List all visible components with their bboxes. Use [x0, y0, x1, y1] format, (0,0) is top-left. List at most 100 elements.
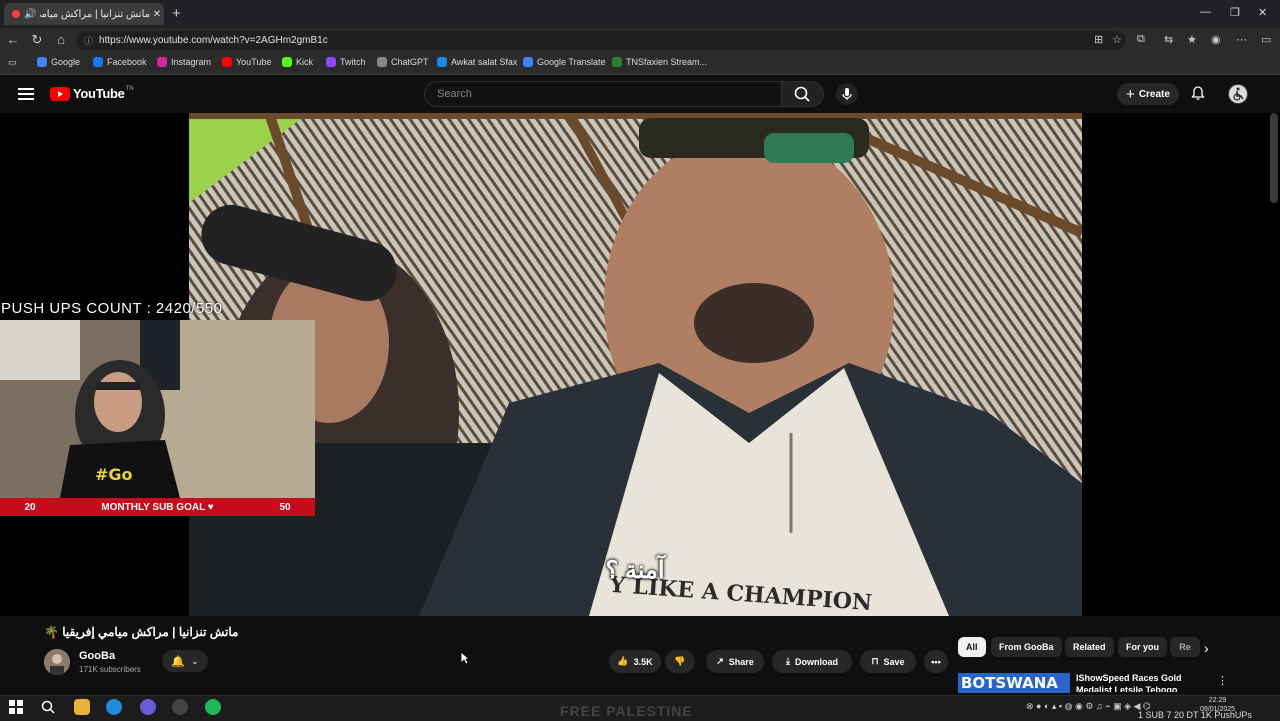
sidebar-icon[interactable]: ▭	[1261, 33, 1271, 46]
microphone-icon	[842, 88, 852, 100]
dislike-button[interactable]: 👎	[665, 650, 695, 673]
chip-related[interactable]: Related	[1065, 637, 1114, 657]
free-palestine-banner: FREE PALESTINE	[560, 703, 693, 719]
chevron-down-icon: ⌄	[191, 655, 199, 666]
reading-list-icon[interactable]: ▭	[8, 57, 17, 68]
bookmark-instagram[interactable]: Instagram	[157, 57, 211, 67]
search-button[interactable]	[782, 81, 824, 107]
favorite-star-icon[interactable]: ☆	[1112, 33, 1122, 46]
bookmark-kick[interactable]: Kick	[282, 57, 313, 67]
notifications-bell-icon[interactable]	[1190, 85, 1206, 104]
pushups-counter: PUSH UPS COUNT : 2420/550	[1, 300, 223, 317]
thumbnail-text: BOTSWANA	[961, 674, 1058, 692]
obs-icon[interactable]	[172, 699, 188, 715]
url-field[interactable]: ⓘ https://www.youtube.com/watch?v=2AGHm2…	[76, 31, 1126, 50]
channel-name[interactable]: GooBa	[79, 650, 115, 662]
chip-for-you[interactable]: For you	[1118, 637, 1167, 657]
more-horizontal-icon: •••	[931, 656, 941, 667]
channel-avatar[interactable]	[44, 649, 70, 675]
youtube-favicon-icon	[12, 10, 20, 18]
bookmark-icon: ⊓	[871, 656, 879, 666]
create-button[interactable]: + Create	[1117, 83, 1179, 105]
chip-all[interactable]: All	[958, 637, 986, 657]
reload-icon[interactable]: ↻	[29, 32, 45, 48]
webcam-frame: #Go	[0, 320, 315, 498]
goal-label: MONTHLY SUB GOAL ♥	[101, 501, 214, 513]
new-tab-icon[interactable]: +	[172, 5, 181, 22]
youtube-play-icon	[50, 86, 70, 101]
wheelchair-icon	[1229, 85, 1247, 103]
bell-icon: 🔔	[171, 655, 186, 668]
bookmark-twitch[interactable]: Twitch	[326, 57, 366, 67]
bookmark-chatgpt[interactable]: ChatGPT	[377, 57, 429, 67]
search-input[interactable]: Search	[424, 81, 782, 107]
chip-from-gooba[interactable]: From GooBa	[991, 637, 1062, 657]
speaker-icon[interactable]: 🔊	[24, 9, 36, 20]
twitch-icon	[326, 57, 336, 67]
google-icon	[37, 57, 47, 67]
more-actions-button[interactable]: •••	[924, 650, 948, 673]
split-screen-icon[interactable]: ⇆	[1164, 33, 1173, 46]
site-info-icon[interactable]: ⓘ	[84, 34, 93, 47]
goal-current: 20	[24, 501, 36, 513]
subscriber-count: 171K subscribers	[79, 665, 141, 674]
recommended-video-thumbnail[interactable]: BOTSWANA	[958, 673, 1070, 693]
chevron-right-icon[interactable]: ›	[1204, 640, 1209, 656]
tnsfaxien-icon	[612, 57, 622, 67]
awkat-salat-icon	[437, 57, 447, 67]
bookmark-facebook[interactable]: Facebook	[93, 57, 147, 67]
url-text: https://www.youtube.com/watch?v=2AGHm2gm…	[99, 35, 328, 46]
video-player[interactable]: Y LIKE A CHAMPION	[189, 113, 1082, 616]
voice-search-button[interactable]	[836, 83, 858, 105]
discord-icon[interactable]	[140, 699, 156, 715]
bookmark-google[interactable]: Google	[37, 57, 80, 67]
video-title: ماتش تنزانيا | مراكش ميامي إفريقيا 🌴	[44, 625, 239, 639]
bookmark-google-translate[interactable]: Google Translate	[523, 57, 606, 67]
bookmark-awkat-salat[interactable]: Awkat salat Sfax	[437, 57, 517, 67]
bookmark-youtube[interactable]: YouTube	[222, 57, 271, 67]
video-frame	[189, 113, 1082, 616]
windows-start-icon[interactable]	[8, 699, 24, 715]
youtube-logo[interactable]: YouTube TN	[50, 86, 134, 101]
minimize-icon[interactable]: —	[1200, 6, 1211, 18]
subscribed-notifications-button[interactable]: 🔔 ⌄	[162, 650, 208, 672]
video-subtitle: آمنة ؟	[605, 557, 665, 584]
chip-partial[interactable]: Re	[1170, 637, 1200, 657]
more-vertical-icon[interactable]: ⋮	[1217, 674, 1228, 687]
download-button[interactable]: ⤓ Download	[772, 650, 852, 673]
translate-icon	[523, 57, 533, 67]
youtube-icon	[222, 57, 232, 67]
back-icon[interactable]: ←	[5, 32, 21, 47]
facebook-icon	[93, 57, 103, 67]
maximize-icon[interactable]: ❐	[1230, 6, 1240, 19]
spotify-icon[interactable]	[205, 699, 221, 715]
browser-tab-strip	[0, 0, 1280, 28]
share-icon: ↗	[716, 656, 724, 666]
browser-tab[interactable]: 🔊 ماتش تنزانيا | مراكش ميامي إفر ✕	[4, 3, 164, 25]
favorites-icon[interactable]: ★	[1187, 33, 1197, 46]
extensions-icon[interactable]: ⧉	[1137, 33, 1145, 46]
edge-browser-icon[interactable]	[106, 699, 122, 715]
file-explorer-icon[interactable]	[74, 699, 90, 715]
page-scrollbar[interactable]	[1270, 113, 1278, 203]
app-available-icon[interactable]: ⊞	[1094, 33, 1103, 46]
save-button[interactable]: ⊓ Save	[860, 650, 916, 673]
menu-icon[interactable]	[18, 88, 34, 103]
close-tab-icon[interactable]: ✕	[150, 9, 164, 20]
bookmark-tnsfaxien[interactable]: TNSfaxien Stream...	[612, 57, 707, 67]
page-right-area	[1082, 113, 1280, 616]
share-button[interactable]: ↗ Share	[706, 650, 764, 673]
instagram-icon	[157, 57, 167, 67]
search-taskbar-icon[interactable]	[40, 699, 56, 715]
svg-text:#Go: #Go	[95, 465, 133, 484]
thumbs-up-icon: 👍	[617, 656, 629, 666]
profile-icon[interactable]: ◉	[1211, 33, 1221, 46]
account-avatar[interactable]	[1228, 84, 1248, 104]
more-menu-icon[interactable]: ⋯	[1236, 33, 1247, 46]
like-button[interactable]: 👍 3.5K	[609, 650, 661, 673]
close-window-icon[interactable]: ✕	[1258, 6, 1267, 19]
home-icon[interactable]: ⌂	[53, 32, 69, 47]
tray-icons[interactable]: ⊗ ● ◐ ▴ ▪ ◍ ◉ ⚙ ♫ ⌁ ▣ ◈ ◀ ⌬	[1026, 701, 1151, 712]
stream-ticker: 1 SUB 7 20 DT 1K PushUPs	[1138, 710, 1252, 720]
recommended-video-title[interactable]: IShowSpeed Races Gold Medalist Letsile T…	[1076, 672, 1206, 692]
